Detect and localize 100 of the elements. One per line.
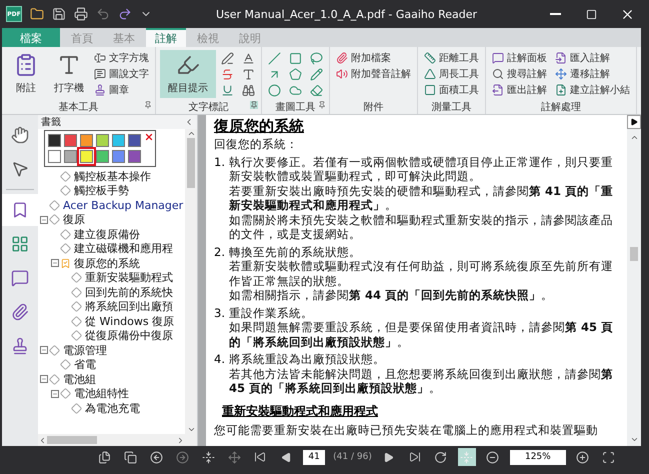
bookmark-item[interactable]: 觸控板手勢 — [73, 183, 130, 198]
full-screen-icon — [602, 450, 616, 464]
expander-icon[interactable] — [50, 259, 58, 268]
expander-icon[interactable] — [40, 375, 48, 384]
pen-icon — [221, 52, 234, 64]
bookmark-item[interactable]: Acer Backup Manager — [62, 198, 184, 212]
color-swatch[interactable] — [96, 150, 109, 163]
lasso-icon — [310, 52, 323, 64]
paragraph: 您可能需要重新安裝在出廠時已預先安裝在電腦上的應用程式和裝置驅動 — [214, 422, 599, 437]
triangle-icon — [424, 68, 436, 80]
undo-button[interactable] — [96, 7, 110, 21]
color-swatch[interactable] — [64, 134, 77, 147]
ribbon-button[interactable]: 距離工具 — [422, 50, 481, 66]
bookmark-item[interactable]: 電池組特性 — [73, 386, 130, 402]
color-swatch[interactable] — [80, 134, 93, 147]
ribbon-button[interactable]: 附加聲音註解 — [334, 66, 413, 82]
paragraph: 執行次要修正。若僅有一或兩個軟體或硬體項目停止正常運作，則只要重新安裝軟體或裝置驅動程式，即可解決此問題。 — [229, 154, 614, 184]
paperclip-icon — [11, 303, 29, 321]
scroll-left-icon — [38, 436, 47, 444]
scroll-down-icon — [630, 435, 638, 444]
bookmark-item[interactable]: 建立復原備份 — [73, 226, 141, 242]
color-swatch[interactable] — [48, 150, 61, 163]
fit-width-icon — [460, 450, 474, 464]
text-box-icon — [94, 52, 106, 64]
fit-button[interactable] — [458, 448, 476, 466]
ribbon-button[interactable]: 遷移註解 — [553, 66, 632, 82]
scrollbar-thumb[interactable] — [187, 138, 195, 188]
ribbon-button[interactable]: 註解面板 — [490, 50, 549, 66]
summary-icon — [555, 84, 567, 96]
ribbon-button[interactable]: 建立註解小結 — [553, 82, 632, 98]
expander-icon[interactable] — [40, 216, 48, 224]
ribbon-button[interactable]: 匯出註解 — [490, 82, 549, 98]
color-swatch[interactable] — [112, 150, 125, 163]
color-swatch[interactable] — [112, 134, 125, 147]
print-button[interactable] — [74, 7, 88, 21]
tool-button[interactable] — [240, 82, 257, 98]
ribbon-button[interactable]: 圖章 — [92, 82, 151, 98]
bookmark-item[interactable]: 為電池充電 — [84, 400, 141, 416]
tool-button[interactable] — [308, 66, 325, 82]
color-swatch[interactable] — [80, 150, 93, 163]
color-swatch[interactable] — [128, 150, 141, 163]
color-swatch[interactable] — [128, 134, 141, 147]
scrollbar-thumb[interactable] — [630, 247, 638, 261]
ribbon-button[interactable]: 面積工具 — [422, 82, 481, 98]
bookmark-item[interactable]: 復原您的系統 — [73, 256, 141, 271]
bookmark-item[interactable]: 將系統回到出廠預 — [84, 299, 174, 314]
bookmark-item[interactable]: 電源管理 — [62, 342, 108, 358]
expander-icon[interactable] — [40, 346, 48, 354]
ribbon-button[interactable]: 醒目提示 — [160, 50, 216, 98]
tool-button[interactable] — [308, 82, 325, 98]
tool-button[interactable] — [266, 82, 283, 98]
save-button[interactable] — [52, 7, 66, 21]
ribbon-button[interactable]: 附註 — [6, 50, 46, 98]
open-button[interactable] — [30, 7, 44, 21]
ribbon-button[interactable]: 周長工具 — [422, 66, 481, 82]
bookmark-item[interactable]: 省電 — [73, 357, 97, 372]
list-number: 3. — [214, 306, 226, 322]
color-swatch[interactable] — [96, 134, 109, 147]
ribbon-button[interactable]: 打字機 — [49, 50, 89, 98]
tool-button[interactable] — [219, 50, 236, 66]
ribbon-button[interactable]: 搜尋註解 — [490, 66, 549, 82]
bookmark-item[interactable]: 復原 — [62, 212, 86, 228]
pin-icon — [318, 101, 326, 109]
zoom-field[interactable]: 125% — [510, 450, 566, 464]
bookmark-item[interactable]: 建立磁碟機和應用程 — [73, 241, 174, 256]
bookmark-item[interactable]: 電池組 — [62, 372, 97, 387]
panel-toggle[interactable] — [627, 115, 641, 129]
tool-button[interactable] — [287, 66, 304, 82]
save-icon — [52, 7, 66, 21]
bookmark-item[interactable]: 從 Windows 復原 — [84, 314, 176, 329]
callout-icon — [94, 68, 106, 80]
ribbon-tab[interactable]: 註解 — [146, 28, 186, 47]
color-swatch[interactable] — [64, 150, 77, 163]
minimize-icon — [550, 13, 560, 15]
ribbon-button[interactable]: 附加檔案 — [334, 50, 413, 66]
hand-icon — [11, 126, 29, 144]
move-icon — [555, 68, 567, 80]
text-icon — [242, 52, 255, 64]
ribbon-button[interactable]: 文字方塊 — [92, 50, 151, 66]
rotate-icon — [434, 450, 448, 464]
list-number: 4. — [214, 352, 226, 368]
sidebar-tool[interactable] — [2, 194, 38, 226]
first-page-icon — [254, 451, 266, 463]
tool-button[interactable] — [308, 50, 325, 66]
redo-button[interactable] — [118, 7, 132, 21]
scrollbar-thumb[interactable] — [47, 436, 97, 444]
ribbon-button[interactable]: 匯入註解 — [553, 50, 632, 66]
scroll-up-icon — [630, 133, 638, 142]
color-swatch[interactable] — [48, 134, 61, 147]
ruler-icon — [424, 52, 436, 64]
tool-button[interactable] — [266, 50, 283, 66]
bookmark-item[interactable]: 從復原備份中復原 — [84, 328, 174, 344]
tool-button[interactable] — [287, 50, 304, 66]
page-number-field[interactable]: 41 — [303, 450, 326, 464]
bookmark-item[interactable]: 重新安裝驅動程式 — [84, 270, 174, 286]
expander-icon[interactable] — [50, 390, 58, 398]
bookmark-item[interactable]: 回到先前的系統快 — [84, 284, 174, 300]
ribbon-button[interactable]: 圖說文字 — [92, 66, 151, 82]
list-number: 2. — [214, 244, 226, 260]
bookmark-item[interactable]: 觸控板基本操作 — [73, 168, 152, 184]
